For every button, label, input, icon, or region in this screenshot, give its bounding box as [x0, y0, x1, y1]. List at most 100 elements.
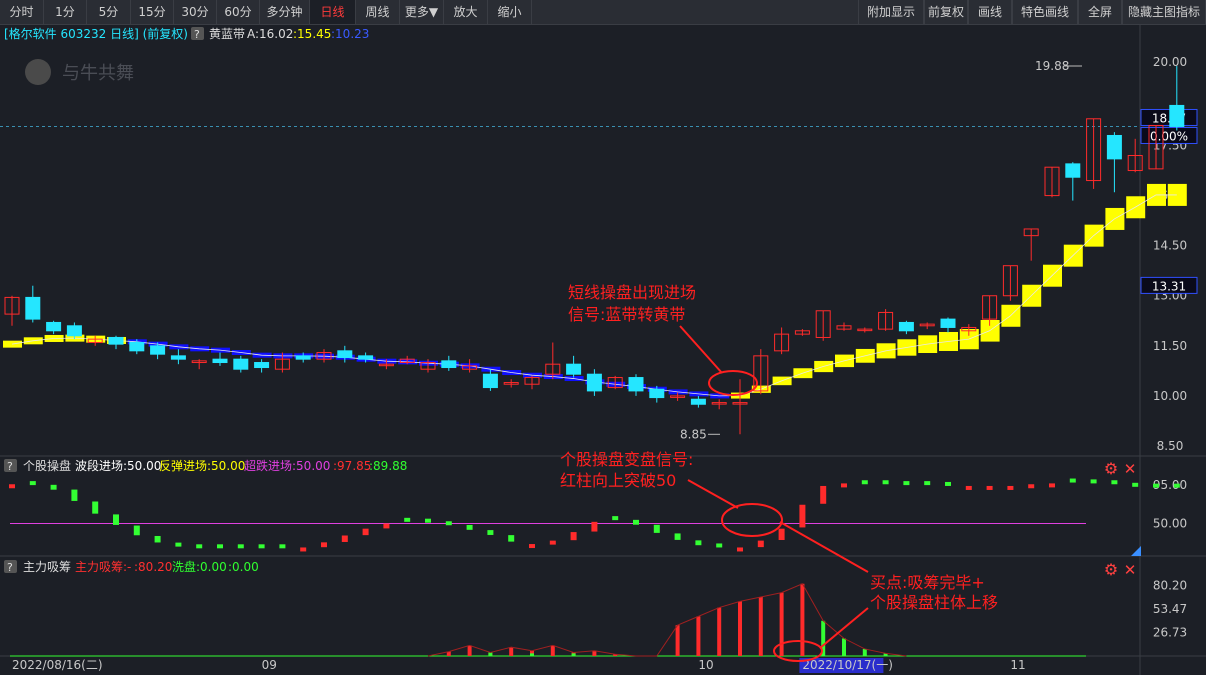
candle-body: [129, 341, 145, 352]
ind1-bar: [633, 519, 639, 525]
xaxis-label: 2022/10/17(一): [802, 658, 893, 672]
candle-body: [46, 321, 62, 332]
ind1-bar: [1090, 479, 1097, 484]
indicator-v2: :10.23: [331, 27, 369, 41]
annotation-text: 信号:蓝带转黄带: [568, 305, 685, 324]
candle-body: [1106, 134, 1122, 160]
ind1-bar: [217, 544, 223, 549]
ind1-bar: [965, 485, 972, 490]
candle-body: [441, 360, 457, 369]
ind1-bar: [362, 528, 369, 536]
indicator-a: A:16.02: [247, 27, 293, 41]
ind1-bar: [986, 485, 993, 490]
ind1-bar: [113, 514, 119, 525]
annotation-text: 红柱向上突破50: [560, 471, 676, 490]
ind1-bar: [404, 517, 411, 522]
ind1-bar: [674, 533, 681, 540]
resize-corner-icon: [1131, 546, 1141, 556]
ind1-bar: [50, 484, 57, 490]
candle-body: [170, 355, 186, 360]
ind1-bar: [279, 544, 286, 549]
ind1-bar: [695, 540, 702, 546]
ind1-bar: [549, 540, 556, 545]
ind1-bar: [924, 481, 931, 486]
ind2-ytick: 26.73: [1153, 625, 1187, 639]
settings-icon: ⚙: [1104, 560, 1118, 579]
ind2-line: [427, 583, 907, 657]
ind1-bar: [903, 481, 910, 486]
ind1-ytick: 50.00: [1153, 517, 1187, 531]
close-icon: ✕: [1124, 460, 1137, 478]
candle-body: [295, 355, 311, 360]
help-icon-glyph: ?: [7, 460, 13, 473]
ind1-bar: [1007, 485, 1014, 490]
candle-body: [566, 363, 582, 375]
candle-body: [66, 325, 82, 337]
candle-body: [690, 398, 706, 405]
candle-body: [254, 362, 270, 369]
ind1-s1: 波段进场:50.00: [75, 458, 161, 473]
candle-body: [1169, 104, 1185, 127]
main-ytick: 11.50: [1153, 339, 1187, 353]
ind1-bar: [92, 501, 99, 514]
ind1-bar: [591, 521, 598, 532]
close-icon: ✕: [1124, 561, 1137, 579]
annotation-line: [779, 521, 869, 573]
watermark-logo: [25, 59, 51, 85]
ind2-s1: 主力吸筹:-: [75, 560, 131, 574]
ind1-bar: [945, 481, 951, 486]
ind2-s3: 洗盘:0.00: [172, 559, 227, 574]
mark-price-label: 13.31: [1152, 279, 1186, 293]
candle-body: [25, 296, 41, 320]
ind1-s5: :89.88: [369, 459, 407, 473]
main-ytick: 8.50: [1157, 439, 1184, 453]
ind1-bar: [29, 481, 36, 486]
ind2-s2: :80.20: [134, 560, 172, 574]
candle-body: [233, 358, 249, 370]
candle-body: [337, 350, 353, 359]
ind1-bar: [529, 544, 535, 549]
ind1-s3: 超跌进场:50.00: [244, 458, 330, 473]
watermark-text: 与牛共舞: [62, 63, 134, 84]
settings-icon: ⚙: [1104, 459, 1118, 478]
indicator-name: 黄蓝带: [209, 27, 245, 41]
candle-body: [212, 358, 228, 364]
annotation-line: [687, 479, 739, 509]
ind1-bar: [1132, 482, 1139, 487]
ind1-bar: [1049, 483, 1055, 488]
help-icon-glyph: ?: [7, 561, 13, 574]
ind1-bar: [133, 525, 140, 536]
stock-title: [格尔软件 603232 日线] (前复权): [4, 26, 188, 41]
candle-body: [482, 373, 498, 389]
ind1-bar: [321, 542, 327, 548]
ind1-bar: [1153, 483, 1159, 488]
main-ytick: 10.00: [1153, 389, 1187, 403]
ind1-bar: [716, 543, 723, 548]
xaxis-label: 2022/08/16(二): [12, 658, 103, 672]
ind1-s4: :97.85: [333, 459, 371, 473]
annotation-text: 买点:吸筹完毕+: [870, 573, 985, 592]
candle-body: [586, 373, 602, 392]
candle-body: [940, 318, 956, 328]
stock-chart: [格尔软件 603232 日线] (前复权)? 黄蓝带 A:16.02:15.45:…: [0, 24, 1206, 675]
ind1-bar: [445, 521, 452, 526]
ind1-bar: [154, 535, 161, 543]
xaxis-label: 09: [262, 658, 277, 672]
low-label: 8.85: [680, 427, 707, 441]
high-label: 19.88: [1035, 59, 1069, 73]
candle-body: [628, 377, 644, 392]
ind1-bar: [882, 480, 889, 485]
candle-body: [108, 336, 124, 345]
ind1-bar: [737, 547, 743, 552]
ind1-bar: [175, 542, 182, 547]
xaxis-label: 11: [1010, 658, 1025, 672]
ind1-bar: [71, 489, 78, 501]
candle-body: [649, 388, 665, 399]
ind1-bar: [570, 532, 577, 541]
ind2-ytick: 80.20: [1153, 578, 1187, 592]
ind1-bar: [861, 480, 868, 485]
ind1-bar: [1111, 480, 1118, 485]
ind1-s2: 反弹进场:50.00: [159, 459, 245, 473]
ind2-ytick: 53.47: [1153, 602, 1187, 616]
annotation-text: 个股操盘柱体上移: [870, 593, 998, 612]
